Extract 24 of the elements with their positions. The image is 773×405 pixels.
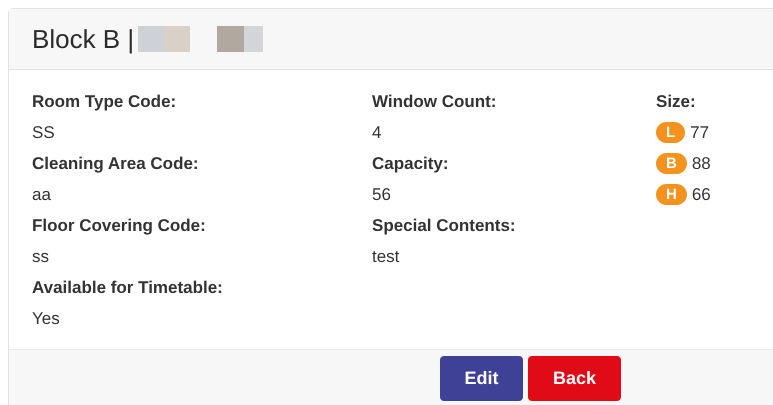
field-value: 66 (692, 184, 711, 206)
field-value: 77 (690, 122, 710, 144)
edit-button[interactable]: Edit (440, 356, 523, 401)
field-label: Cleaning Area Code: (32, 153, 199, 175)
card-title: Block B | (32, 24, 134, 54)
dimension-badge: B (656, 153, 687, 174)
field-value: 88 (692, 153, 711, 175)
field-value: 56 (372, 184, 391, 206)
dimension-badge: L (656, 122, 686, 143)
field-label: Capacity: (372, 153, 449, 175)
field-label: Room Type Code: (32, 91, 176, 113)
field-value: ss (32, 246, 49, 268)
field-label: Special Contents: (372, 215, 516, 237)
field-label: Available for Timetable: (32, 277, 223, 299)
field-label: Size: (656, 91, 696, 113)
field-value: aa (32, 184, 51, 206)
field-value: test (372, 246, 400, 268)
field-value: 4 (372, 122, 382, 144)
back-button[interactable]: Back (528, 356, 621, 401)
dimension-badge: H (656, 184, 687, 205)
field-value: Yes (32, 308, 60, 330)
field-label: Window Count: (372, 91, 496, 113)
field-value: SS (32, 122, 55, 144)
field-label: Floor Covering Code: (32, 215, 206, 237)
